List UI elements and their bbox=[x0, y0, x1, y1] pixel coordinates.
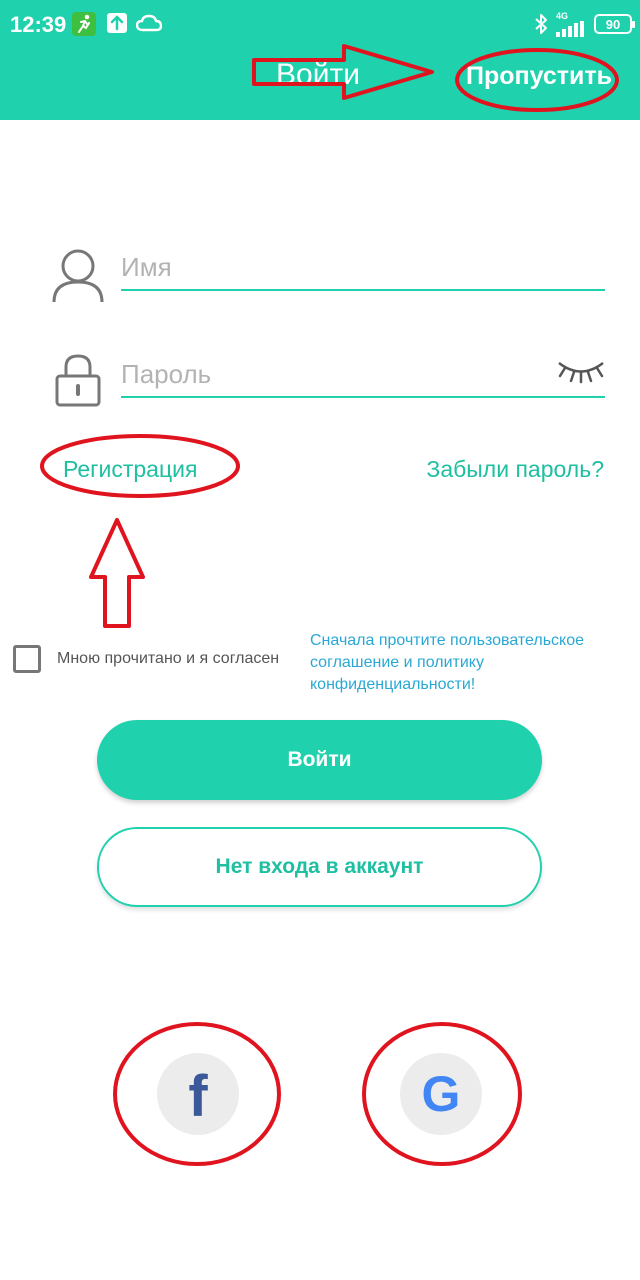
annotation-arrow-up bbox=[89, 518, 145, 628]
register-link[interactable]: Регистрация bbox=[63, 456, 197, 483]
network-type: 4G bbox=[556, 10, 569, 21]
battery-icon: 90 bbox=[594, 14, 635, 34]
guest-button[interactable]: Нет входа в аккаунт bbox=[97, 827, 542, 907]
page-title: Войти bbox=[276, 58, 360, 91]
upload-icon bbox=[107, 13, 127, 33]
battery-level: 90 bbox=[605, 16, 621, 32]
login-button[interactable]: Войти bbox=[97, 720, 542, 800]
status-right: 4G 90 bbox=[534, 10, 635, 38]
google-icon: G bbox=[421, 1066, 461, 1122]
forgot-password-link[interactable]: Забыли пароль? bbox=[426, 456, 604, 483]
facebook-icon: f bbox=[188, 1064, 208, 1129]
status-time: 12:39 bbox=[10, 12, 67, 37]
network-indicator: 4G bbox=[556, 10, 586, 37]
name-input[interactable] bbox=[121, 245, 605, 291]
running-app-icon bbox=[72, 12, 96, 36]
header-bar: 12:39 4G 90 Войти Пропустить bbox=[0, 0, 640, 120]
bluetooth-icon bbox=[535, 14, 547, 34]
agreement-checkbox[interactable] bbox=[13, 645, 41, 673]
password-input[interactable] bbox=[121, 352, 605, 398]
agreement-note[interactable]: Сначала прочтите пользовательское соглаш… bbox=[310, 630, 635, 696]
facebook-login-button[interactable]: f bbox=[157, 1053, 239, 1135]
eye-closed-icon[interactable] bbox=[556, 356, 606, 384]
cloud-icon bbox=[136, 14, 162, 32]
google-login-button[interactable]: G bbox=[400, 1053, 482, 1135]
agreement-label: Мною прочитано и я согласен bbox=[57, 650, 280, 667]
lock-icon bbox=[55, 354, 101, 407]
signal-icon bbox=[556, 20, 584, 37]
user-icon bbox=[52, 249, 104, 303]
skip-button[interactable]: Пропустить bbox=[466, 62, 612, 91]
